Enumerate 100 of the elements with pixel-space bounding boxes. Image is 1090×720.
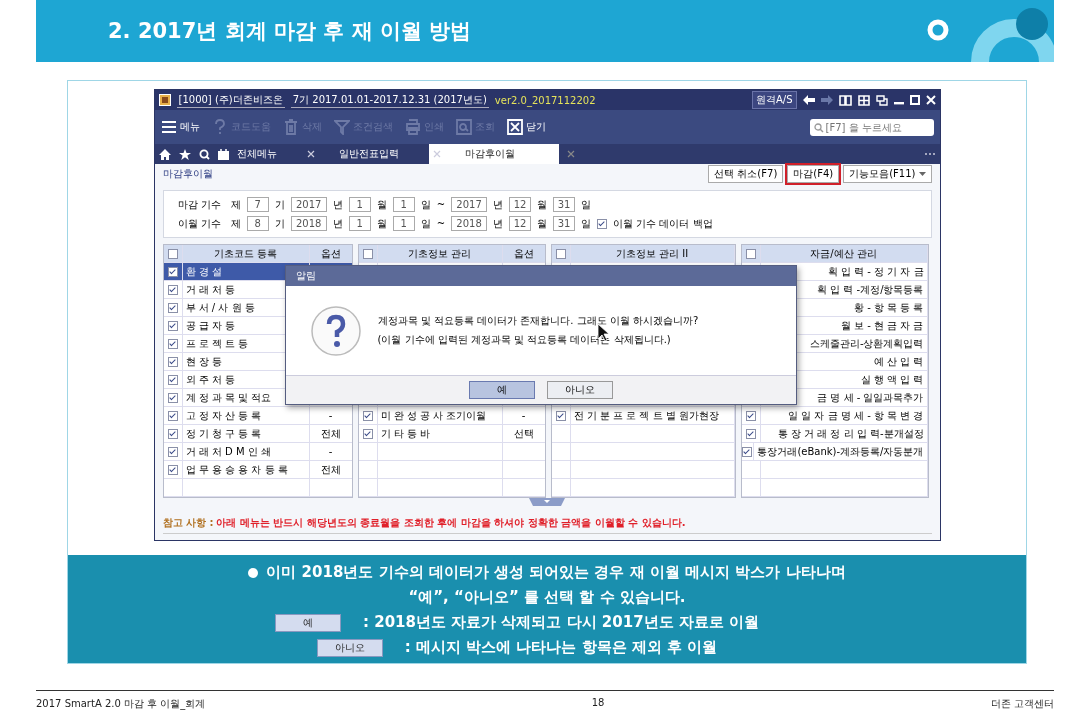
table-cell: 외 주 처 등 [185, 372, 236, 387]
input-field[interactable]: 2018 [290, 216, 327, 231]
table-cell: 프 로 젝 트 등 [185, 336, 249, 351]
dialog-button[interactable]: 예 [468, 381, 535, 399]
unit-label: 년 [493, 197, 504, 212]
checkbox[interactable] [555, 410, 566, 421]
checkbox[interactable] [745, 428, 756, 439]
checkbox[interactable] [597, 218, 608, 229]
calendar-icon[interactable] [217, 148, 229, 160]
input-field[interactable]: 1 [348, 216, 371, 231]
checkbox[interactable] [167, 446, 178, 457]
checkbox[interactable] [167, 392, 178, 403]
table-cell: 통장거래(eBank)-계좌등록/자동분개 [757, 444, 924, 459]
checkbox[interactable] [742, 446, 753, 457]
footer-text: 더존 고객센터 [990, 697, 1054, 711]
column-header: 기초정보 관리 [377, 245, 503, 262]
action-button[interactable]: 기능모음(F11) [843, 165, 932, 183]
maximize-icon[interactable] [909, 95, 920, 105]
checkbox[interactable] [555, 248, 566, 259]
page-number: 18 [591, 697, 605, 710]
unit-label: 일 [420, 197, 431, 212]
unit-label: 제 [230, 216, 241, 231]
checkbox[interactable] [167, 320, 178, 331]
checkbox[interactable] [167, 266, 178, 277]
table-cell: 정 기 청 구 등 록 [185, 426, 262, 441]
table-cell: 업 무 용 승 용 차 등 록 [185, 462, 288, 477]
book-icon[interactable] [838, 94, 852, 106]
input-field[interactable]: 2017 [451, 197, 488, 212]
table-cell: 계 정 과 목 및 적요 [185, 390, 272, 405]
unit-label: 일 [581, 197, 592, 212]
back-arrow-icon[interactable] [802, 95, 815, 105]
caret-icon[interactable] [529, 498, 565, 506]
windows-icon[interactable] [875, 94, 888, 106]
action-button[interactable]: 선택 취소(F7) [708, 165, 784, 183]
grid-icon[interactable] [857, 94, 870, 106]
table-row[interactable]: 고 정 자 산 등 록 - [163, 407, 352, 425]
table-row[interactable]: 거 래 처 D M 인 쇄 - [163, 443, 352, 461]
table-cell: 스케줄관리-상환계획입력 [809, 336, 924, 351]
column-header: 기초정보 관리 II [570, 245, 735, 262]
close-box-icon [506, 119, 523, 135]
forward-arrow-icon[interactable] [820, 95, 833, 105]
table-cell: 획 입 력 -계정/항목등록 [817, 282, 924, 297]
checkbox[interactable] [167, 338, 178, 349]
more-icon[interactable] [923, 152, 936, 156]
star-icon[interactable] [178, 148, 191, 160]
checkbox[interactable] [362, 248, 373, 259]
unit-label: 월 [537, 197, 548, 212]
checkbox[interactable] [167, 374, 178, 385]
menu-icon [160, 119, 177, 135]
checkbox[interactable] [167, 464, 178, 475]
checkbox[interactable] [362, 410, 373, 421]
table-row[interactable]: 업 무 용 승 용 차 등 록 전체 [163, 461, 352, 479]
tab[interactable]: 일반전표입력 [306, 144, 421, 164]
column-header: 옵션 [512, 246, 535, 261]
toolbar-button[interactable]: 메뉴 [160, 119, 200, 135]
trash-icon [282, 119, 299, 135]
action-button[interactable]: 마감(F4) [787, 165, 840, 183]
input-field[interactable]: 1 [392, 216, 415, 231]
toolbar-button[interactable]: 닫기 [506, 119, 546, 135]
checkbox[interactable] [167, 428, 178, 439]
dialog-message: (이월 기수에 입력된 계정과목 및 적요등록 데이터는 삭제됩니다.) [377, 333, 672, 347]
remote-support-button[interactable]: 원격A/S [751, 91, 797, 109]
unit-label: 년 [332, 216, 343, 231]
checkbox[interactable] [745, 248, 756, 259]
input-field[interactable]: 12 [509, 216, 532, 231]
input-field[interactable]: 8 [246, 216, 269, 231]
checkbox[interactable] [167, 302, 178, 313]
checkbox[interactable] [167, 284, 178, 295]
tab[interactable]: 전체메뉴 [236, 144, 299, 164]
input-field[interactable]: 2018 [451, 216, 488, 231]
input-field[interactable]: 12 [509, 197, 532, 212]
tab[interactable]: 마감후이월 [428, 144, 559, 164]
info-text: “예”, “아니오” 를 선택 할 수 있습니다. [408, 588, 686, 607]
unit-label: 제 [230, 197, 241, 212]
home-icon[interactable] [158, 148, 171, 160]
dialog-title: 알림 [285, 266, 796, 286]
magnifier-icon [455, 119, 472, 135]
checkbox[interactable] [167, 248, 178, 259]
checkbox[interactable] [167, 410, 178, 421]
dialog-button[interactable]: 아니오 [546, 381, 613, 399]
close-icon[interactable] [306, 150, 315, 158]
table-cell: 거 래 처 D M 인 쇄 [185, 444, 271, 459]
input-field[interactable]: 7 [246, 197, 269, 212]
checkbox[interactable] [362, 428, 373, 439]
input-field[interactable]: 2017 [290, 197, 327, 212]
unit-label: ~ [436, 199, 446, 210]
input-field[interactable]: 31 [553, 197, 576, 212]
search-field[interactable]: [F7] 을 누르세요 [809, 118, 934, 136]
search-icon[interactable] [198, 148, 210, 160]
input-field[interactable]: 1 [392, 197, 415, 212]
checkbox[interactable] [745, 410, 756, 421]
caret-icon [918, 172, 926, 176]
table-row[interactable]: 정 기 청 구 등 록 전체 [163, 425, 352, 443]
input-field[interactable]: 1 [348, 197, 371, 212]
column-header: 자금/예산 관리 [760, 245, 928, 262]
version-label: ver2.0_2017112202 [494, 94, 596, 106]
note-text: 아래 메뉴는 반드시 해당년도의 종료월을 조회한 후에 마감을 하셔야 정확한 금액을 이월할 수 있습니다. [216, 516, 686, 530]
checkbox[interactable] [167, 356, 178, 367]
input-field[interactable]: 31 [553, 216, 576, 231]
table-cell: - [328, 446, 333, 457]
